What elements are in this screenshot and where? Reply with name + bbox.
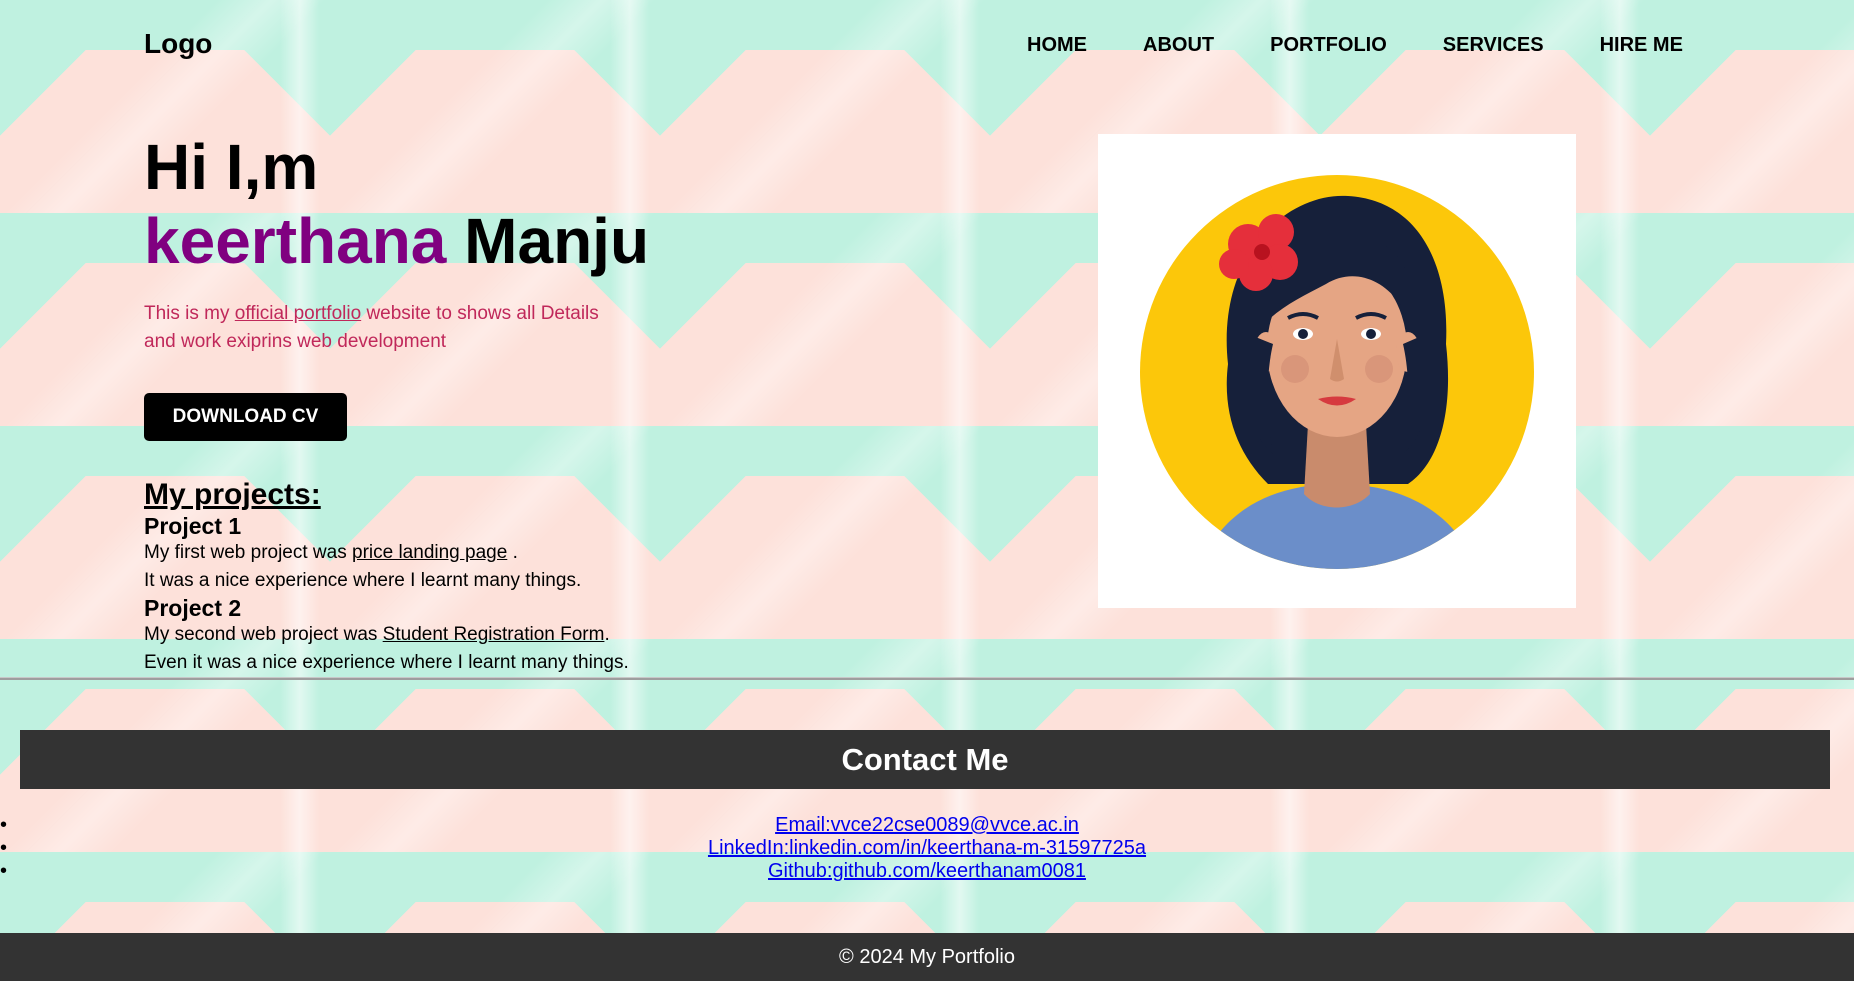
logo[interactable]: Logo (144, 28, 212, 60)
contact-list: Email:vvce22cse0089@vvce.ac.in LinkedIn:… (0, 814, 1854, 883)
contact-item-linkedin: LinkedIn:linkedin.com/in/keerthana-m-315… (0, 837, 1854, 860)
nav-services[interactable]: SERVICES (1443, 34, 1544, 57)
project-1-suffix: . (507, 542, 518, 563)
hero-title: Hi I,m keerthana Manju (144, 130, 649, 278)
projects-section: My projects: Project 1 My first web proj… (144, 477, 844, 677)
main-nav: HOME ABOUT PORTFOLIO SERVICES HIRE ME (1027, 34, 1683, 57)
price-landing-page-link[interactable]: price landing page (352, 542, 507, 563)
nav-about[interactable]: ABOUT (1143, 34, 1214, 57)
project-1-text: My first web project was (144, 542, 352, 563)
footer-copyright: © 2024 My Portfolio (839, 945, 1015, 968)
page-footer: © 2024 My Portfolio (0, 933, 1854, 981)
avatar-illustration (1140, 175, 1534, 569)
project-1-description: My first web project was price landing p… (144, 539, 844, 567)
contact-header: Contact Me (20, 730, 1830, 789)
student-registration-form-link[interactable]: Student Registration Form (383, 624, 605, 645)
hero-first-name: keerthana (144, 205, 447, 277)
project-2-note: Even it was a nice experience where I le… (144, 652, 629, 673)
hero-greeting: Hi I,m (144, 131, 319, 203)
hero-last-name: Manju (464, 205, 650, 277)
contact-heading: Contact Me (841, 741, 1009, 777)
github-link[interactable]: Github:github.com/keerthanam0081 (768, 860, 1086, 882)
official-portfolio-link[interactable]: official portfolio (235, 303, 361, 324)
project-2-title: Project 2 (144, 595, 242, 621)
project-1-note: It was a nice experience where I learnt … (144, 570, 582, 591)
tagline-text-start: This is my (144, 303, 235, 324)
project-1-title: Project 1 (144, 513, 242, 539)
section-divider (0, 677, 1854, 680)
project-2-suffix: . (604, 624, 610, 645)
email-link[interactable]: Email:vvce22cse0089@vvce.ac.in (775, 814, 1079, 836)
projects-heading: My projects: (144, 478, 321, 511)
profile-avatar (1098, 134, 1576, 608)
project-2-text: My second web project was (144, 624, 383, 645)
nav-portfolio[interactable]: PORTFOLIO (1270, 34, 1387, 57)
project-2-description: My second web project was Student Regist… (144, 621, 844, 649)
contact-item-email: Email:vvce22cse0089@vvce.ac.in (0, 814, 1854, 837)
hero-tagline: This is my official portfolio website to… (144, 300, 614, 356)
nav-hire-me[interactable]: HIRE ME (1600, 34, 1683, 57)
contact-item-github: Github:github.com/keerthanam0081 (0, 860, 1854, 883)
download-cv-button[interactable]: DOWNLOAD CV (144, 393, 347, 441)
linkedin-link[interactable]: LinkedIn:linkedin.com/in/keerthana-m-315… (708, 837, 1146, 859)
nav-home[interactable]: HOME (1027, 34, 1087, 57)
